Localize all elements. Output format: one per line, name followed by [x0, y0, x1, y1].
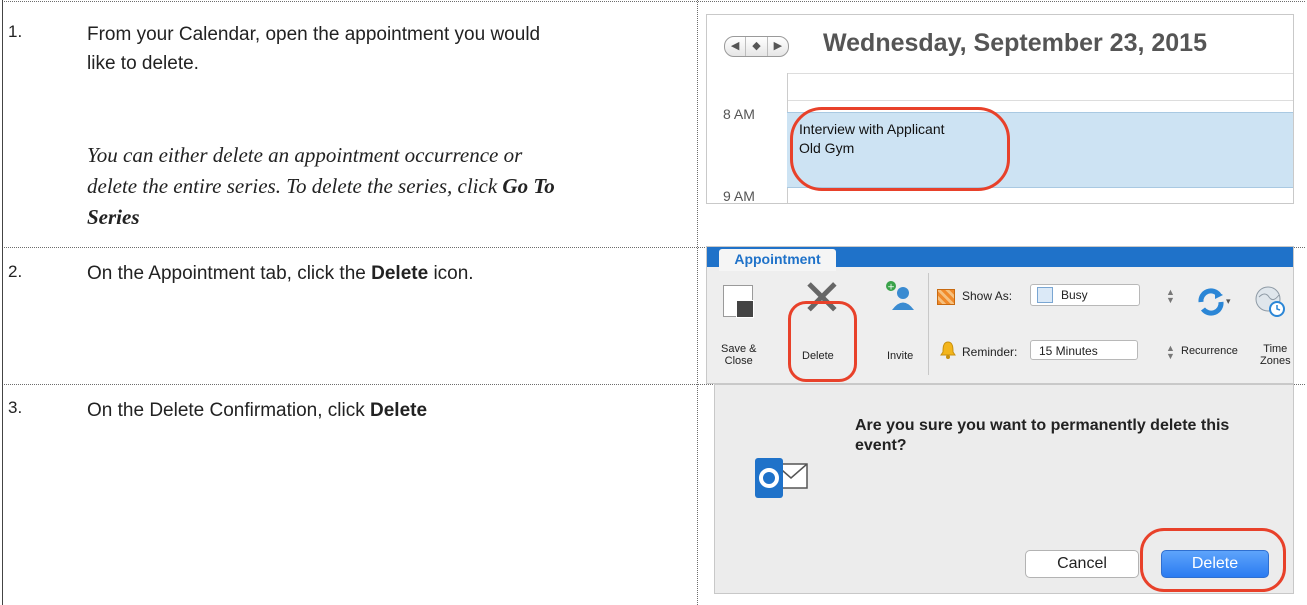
step-3-bold: Delete	[370, 400, 428, 421]
prev-icon[interactable]: ◀	[725, 37, 747, 56]
next-icon[interactable]: ▶	[768, 37, 788, 56]
save-close-line-a: Save &	[721, 343, 757, 355]
invite-icon[interactable]: +	[885, 281, 915, 311]
chevron-updown-icon[interactable]: ▲ ▼	[1166, 288, 1175, 305]
cancel-button[interactable]: Cancel	[1025, 550, 1139, 578]
save-close-icon[interactable]	[723, 285, 754, 318]
reminder-select[interactable]: 15 Minutes	[1030, 340, 1138, 360]
reminder-label: Reminder:	[962, 345, 1018, 359]
highlight-circle	[790, 107, 1010, 191]
recurrence-button[interactable]: Recurrence	[1181, 345, 1238, 357]
step-number: 3.	[8, 398, 23, 417]
show-as-icon	[937, 289, 955, 305]
recurrence-icon[interactable]: ▾	[1195, 287, 1231, 317]
time-zones-button[interactable]: Time Zones	[1260, 343, 1291, 367]
step-3-text: On the Delete Confirmation, click Delete	[87, 396, 687, 425]
busy-swatch	[1037, 287, 1053, 303]
calendar-screenshot: ◀ ◆ ▶ Wednesday, September 23, 2015 8 AM…	[706, 14, 1294, 204]
note-bold-go-to: Go To	[502, 174, 555, 198]
svg-text:▾: ▾	[1226, 297, 1231, 307]
time-label-9am: 9 AM	[723, 188, 755, 204]
time-label-8am: 8 AM	[723, 106, 755, 122]
svg-text:+: +	[887, 283, 895, 293]
save-close-line-b: Close	[724, 355, 753, 367]
step-number: 1.	[8, 22, 23, 41]
step-1-note: You can either delete an appointment occ…	[87, 140, 697, 233]
highlight-circle	[788, 301, 857, 382]
time-column: 8 AM 9 AM	[707, 73, 788, 204]
note-bold-series: Series	[87, 205, 140, 229]
step-2-post: icon.	[433, 263, 474, 284]
bell-icon	[940, 341, 956, 359]
step-2-bold: Delete	[371, 263, 429, 284]
delete-confirmation-dialog: Are you sure you want to permanently del…	[714, 384, 1294, 594]
highlight-circle	[1140, 528, 1286, 592]
step-2-text: On the Appointment tab, click the Delete…	[87, 259, 687, 288]
step-3-pre: On the Delete Confirmation, click	[87, 400, 365, 421]
invite-button[interactable]: Invite	[887, 350, 913, 362]
chevron-updown-icon[interactable]: ▲ ▼	[1166, 344, 1175, 361]
table-left-border	[2, 0, 3, 605]
calendar-date-title: Wednesday, September 23, 2015	[823, 29, 1207, 57]
time-zones-line-a: Time	[1263, 343, 1288, 355]
step-1-line-a: From your Calendar, open the appointment…	[87, 24, 541, 45]
time-zones-icon[interactable]	[1255, 285, 1287, 321]
today-icon[interactable]: ◆	[746, 37, 768, 56]
instruction-table: 1. From your Calendar, open the appointm…	[0, 0, 1307, 605]
ribbon-screenshot: Appointment Save & Close ✕ Delete + Invi…	[706, 246, 1294, 384]
show-as-value: Busy	[1061, 288, 1088, 302]
step-number: 2.	[8, 262, 23, 281]
row-border-top	[2, 1, 1305, 2]
dialog-message: Are you sure you want to permanently del…	[855, 417, 1230, 454]
calendar-header: ◀ ◆ ▶ Wednesday, September 23, 2015	[707, 15, 1293, 73]
show-as-select[interactable]: Busy	[1030, 284, 1140, 306]
save-close-label[interactable]: Save & Close	[721, 343, 756, 367]
note-line-a: You can either delete an appointment occ…	[87, 143, 523, 167]
step-1-text: From your Calendar, open the appointment…	[87, 20, 687, 78]
column-divider	[697, 0, 698, 605]
note-line-b: delete the entire series. To delete the …	[87, 174, 498, 198]
time-zones-line-b: Zones	[1260, 355, 1291, 367]
step-2-pre: On the Appointment tab, click the	[87, 263, 366, 284]
step-1-line-b: like to delete.	[87, 53, 199, 74]
tab-appointment[interactable]: Appointment	[719, 249, 836, 271]
calendar-nav[interactable]: ◀ ◆ ▶	[724, 36, 789, 57]
outlook-icon	[755, 458, 808, 498]
show-as-label: Show As:	[962, 289, 1013, 303]
ribbon-divider	[928, 273, 929, 375]
all-day-row	[787, 73, 1293, 101]
